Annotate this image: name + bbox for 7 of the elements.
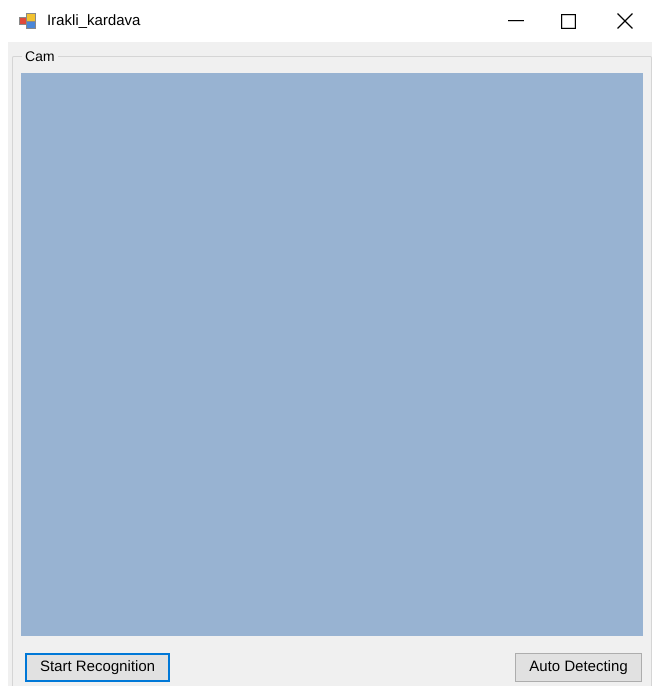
minimize-icon[interactable] bbox=[508, 20, 524, 22]
window-title: Irakli_kardava bbox=[47, 10, 140, 31]
close-icon[interactable] bbox=[617, 13, 633, 29]
app-icon bbox=[19, 13, 37, 29]
maximize-icon[interactable] bbox=[561, 14, 576, 28]
auto-detecting-button[interactable]: Auto Detecting bbox=[515, 653, 642, 682]
start-recognition-button[interactable]: Start Recognition bbox=[25, 653, 170, 682]
